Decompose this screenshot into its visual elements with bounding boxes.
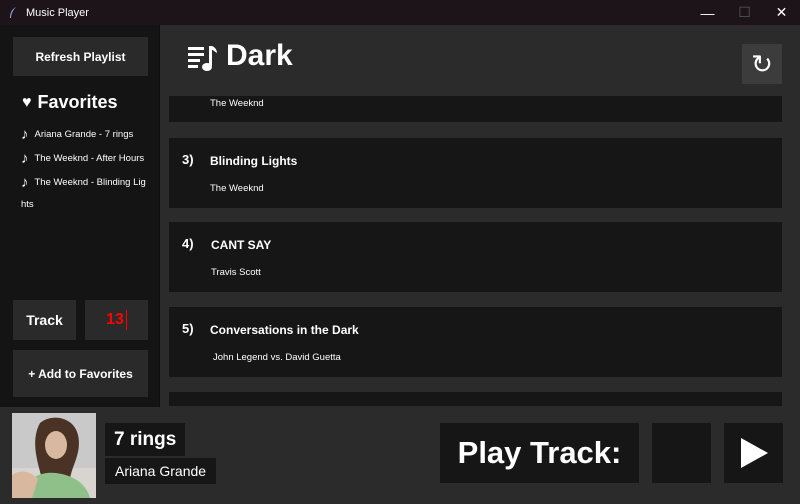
song-number: 4) bbox=[182, 236, 194, 251]
play-track-input[interactable] bbox=[652, 423, 711, 483]
favorites-list: ♪ Ariana Grande - 7 rings ♪ The Weeknd - A… bbox=[21, 124, 149, 218]
song-number: 3) bbox=[182, 152, 194, 167]
reload-icon: ↻ bbox=[751, 48, 773, 79]
playlist-title: Dark bbox=[226, 39, 293, 72]
song-card[interactable]: The Weeknd bbox=[169, 96, 782, 122]
reload-button[interactable]: ↻ bbox=[742, 44, 782, 84]
song-artist: John Legend vs. David Guetta bbox=[213, 352, 341, 363]
album-art bbox=[12, 413, 96, 498]
song-list[interactable]: The Weeknd 3) Blinding Lights The Weeknd… bbox=[162, 96, 800, 406]
favorite-item[interactable]: ♪ The Weeknd - After Hours bbox=[21, 148, 149, 170]
refresh-playlist-button[interactable]: Refresh Playlist bbox=[13, 37, 148, 76]
song-artist: Travis Scott bbox=[211, 267, 261, 278]
favorite-item[interactable]: ♪ The Weeknd - Blinding Lights bbox=[21, 172, 149, 216]
track-number-input[interactable]: 13 bbox=[85, 300, 148, 340]
close-button[interactable]: ✕ bbox=[763, 0, 800, 25]
favorite-item-label: The Weeknd - Blinding Lights bbox=[21, 177, 146, 210]
favorite-item-label: The Weeknd - After Hours bbox=[34, 153, 145, 164]
track-button[interactable]: Track bbox=[13, 300, 76, 340]
play-button[interactable] bbox=[724, 423, 783, 483]
favorite-item[interactable]: ♪ Ariana Grande - 7 rings bbox=[21, 124, 149, 146]
add-to-favorites-button[interactable]: + Add to Favorites bbox=[13, 350, 148, 397]
title-bar: Music Player — ☐ ✕ bbox=[0, 0, 800, 25]
text-caret bbox=[125, 310, 127, 330]
feather-icon bbox=[10, 6, 16, 18]
maximize-button[interactable]: ☐ bbox=[726, 0, 763, 25]
song-title: Blinding Lights bbox=[210, 154, 298, 168]
song-artist: The Weeknd bbox=[210, 183, 264, 194]
music-note-icon: ♪ bbox=[21, 150, 29, 167]
minimize-button[interactable]: — bbox=[689, 0, 726, 25]
music-note-icon: ♪ bbox=[21, 174, 29, 191]
music-note-icon: ♪ bbox=[21, 126, 29, 143]
album-art-image bbox=[12, 413, 96, 498]
play-track-label: Play Track: bbox=[440, 423, 639, 483]
favorites-heading-label: Favorites bbox=[37, 92, 118, 112]
playlist-header: Dark ↻ bbox=[162, 25, 800, 96]
window-title: Music Player bbox=[26, 6, 89, 19]
song-artist: The Weeknd bbox=[210, 98, 264, 109]
favorite-item-label: Ariana Grande - 7 rings bbox=[34, 129, 134, 140]
song-card[interactable]: 3) Blinding Lights The Weeknd bbox=[169, 138, 782, 208]
heart-icon: ♥ bbox=[22, 93, 32, 111]
sidebar: Refresh Playlist ♥ Favorites ♪ Ariana Gra… bbox=[0, 25, 160, 407]
song-card[interactable]: 4) CANT SAY Travis Scott bbox=[169, 222, 782, 292]
song-card[interactable] bbox=[169, 392, 782, 406]
playlist-icon bbox=[188, 46, 217, 71]
now-playing-bar: 7 rings Ariana Grande Play Track: bbox=[0, 407, 800, 504]
track-number-value: 13 bbox=[106, 311, 124, 328]
song-title: Conversations in the Dark bbox=[210, 323, 359, 337]
favorites-heading: ♥ Favorites bbox=[22, 92, 118, 113]
now-playing-artist: Ariana Grande bbox=[105, 458, 217, 484]
now-playing-title: 7 rings bbox=[105, 423, 186, 456]
song-title: CANT SAY bbox=[211, 238, 272, 252]
song-number: 5) bbox=[182, 321, 194, 336]
song-card[interactable]: 5) Conversations in the Dark John Legend… bbox=[169, 307, 782, 377]
play-icon bbox=[740, 438, 768, 468]
